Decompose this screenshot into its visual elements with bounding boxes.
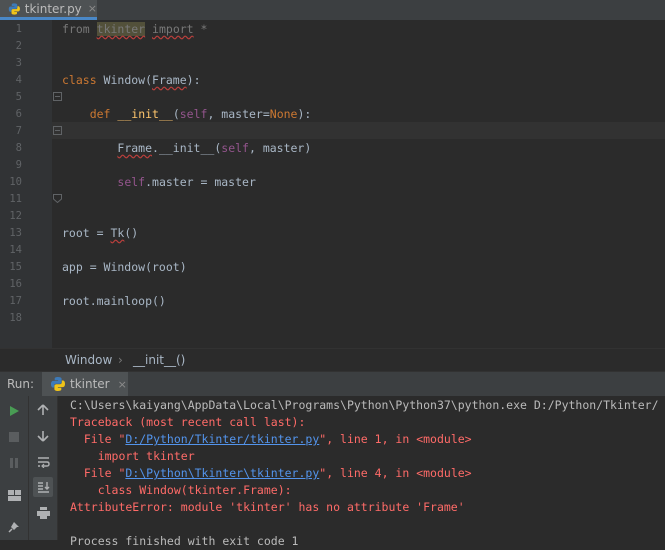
code-line[interactable]: self.master = master <box>62 174 255 191</box>
run-tab-tkinter[interactable]: tkinter × <box>42 372 128 396</box>
pin-tab-button[interactable] <box>4 517 24 537</box>
editor-tab-bar: tkinter.py × <box>0 0 665 21</box>
code-line[interactable]: from tkinter import * <box>62 21 207 38</box>
line-number: 4 <box>15 74 22 86</box>
line-number: 17 <box>9 295 22 307</box>
breadcrumb-method[interactable]: __init__() <box>133 353 185 367</box>
python-file-icon <box>51 377 65 391</box>
line-number: 6 <box>15 108 22 120</box>
line-number: 11 <box>9 193 22 205</box>
up-arrow-icon <box>37 404 49 415</box>
code-line[interactable]: app = Window(root) <box>62 259 187 276</box>
console-line: AttributeError: module 'tkinter' has no … <box>70 500 465 514</box>
line-number: 16 <box>9 278 22 290</box>
console-line: Traceback (most recent call last): <box>70 415 306 429</box>
editor-tab-label: tkinter.py <box>24 1 82 16</box>
editor-tab-tkinter[interactable]: tkinter.py × <box>0 0 97 20</box>
soft-wrap-button[interactable] <box>33 452 53 472</box>
print-button[interactable] <box>33 503 53 523</box>
line-number: 9 <box>15 159 22 171</box>
run-label: Run: <box>7 377 35 391</box>
scroll-to-end-icon <box>37 481 49 493</box>
breadcrumb: Window › __init__() <box>0 348 665 371</box>
code-line[interactable]: def __init__(self, master=None): <box>62 106 312 123</box>
fold-icon[interactable] <box>53 126 62 135</box>
line-number: 2 <box>15 40 22 52</box>
run-panel-header: Run: tkinter × <box>0 371 665 397</box>
code-area[interactable]: from tkinter import * class Window(Frame)… <box>62 20 665 348</box>
line-number: 7 <box>15 125 22 137</box>
code-line[interactable]: root = Tk() <box>62 225 138 242</box>
console-line: class Window(tkinter.Frame): <box>70 483 292 497</box>
line-number: 13 <box>9 227 22 239</box>
next-occurrence-button[interactable] <box>33 426 53 446</box>
run-toolbar-secondary <box>29 396 58 540</box>
restore-layout-button[interactable] <box>4 485 24 505</box>
editor-tab-close-icon[interactable]: × <box>88 2 97 15</box>
pause-button[interactable] <box>4 453 24 473</box>
code-editor[interactable]: 1 2 3 4 5 6 7 8 9 10 11 12 13 14 15 16 17 18 from tkinter… <box>0 20 665 348</box>
pin-icon <box>8 522 19 533</box>
fold-icon[interactable] <box>53 92 62 101</box>
line-number: 10 <box>9 176 22 188</box>
pause-icon <box>10 458 18 468</box>
line-number: 12 <box>9 210 22 222</box>
line-number-gutter: 1 2 3 4 5 6 7 8 9 10 11 12 13 14 15 16 17 18 <box>0 20 52 348</box>
line-number: 5 <box>15 91 22 103</box>
line-number: 14 <box>9 244 22 256</box>
breadcrumb-class[interactable]: Window <box>65 353 112 367</box>
breadcrumb-separator: › <box>118 353 123 367</box>
previous-occurrence-button[interactable] <box>33 400 53 420</box>
console-line: File "D:\Python\Tkinter\tkinter.py", lin… <box>70 466 472 480</box>
line-number: 1 <box>15 23 22 35</box>
run-tab-close-icon[interactable]: × <box>118 378 127 391</box>
run-tab-label: tkinter <box>70 377 110 391</box>
layout-icon <box>7 489 21 501</box>
stop-icon <box>9 432 19 442</box>
console-line: File "D:/Python/Tkinter/tkinter.py", lin… <box>70 432 472 446</box>
console-line: Process finished with exit code 1 <box>70 534 299 548</box>
code-line[interactable]: root.mainloop() <box>62 293 166 310</box>
fold-end-icon[interactable] <box>53 194 62 203</box>
code-line[interactable]: Frame.__init__(self, master) <box>62 140 311 157</box>
print-icon <box>36 507 50 519</box>
python-file-icon <box>8 2 20 15</box>
scroll-to-end-button[interactable] <box>33 477 53 497</box>
soft-wrap-icon <box>37 457 50 468</box>
console-line: import tkinter <box>70 449 195 463</box>
console-line: C:\Users\kaiyang\AppData\Local\Programs\… <box>70 398 659 412</box>
run-toolbar-primary <box>0 396 29 540</box>
line-number: 18 <box>9 312 22 324</box>
stop-button[interactable] <box>4 427 24 447</box>
down-arrow-icon <box>37 431 49 442</box>
rerun-button[interactable] <box>4 401 24 421</box>
line-number: 8 <box>15 142 22 154</box>
line-number: 15 <box>9 261 22 273</box>
console-output[interactable]: C:\Users\kaiyang\AppData\Local\Programs\… <box>58 396 665 548</box>
code-line[interactable]: class Window(Frame): <box>62 72 201 89</box>
run-icon <box>10 406 19 416</box>
line-number: 3 <box>15 57 22 69</box>
